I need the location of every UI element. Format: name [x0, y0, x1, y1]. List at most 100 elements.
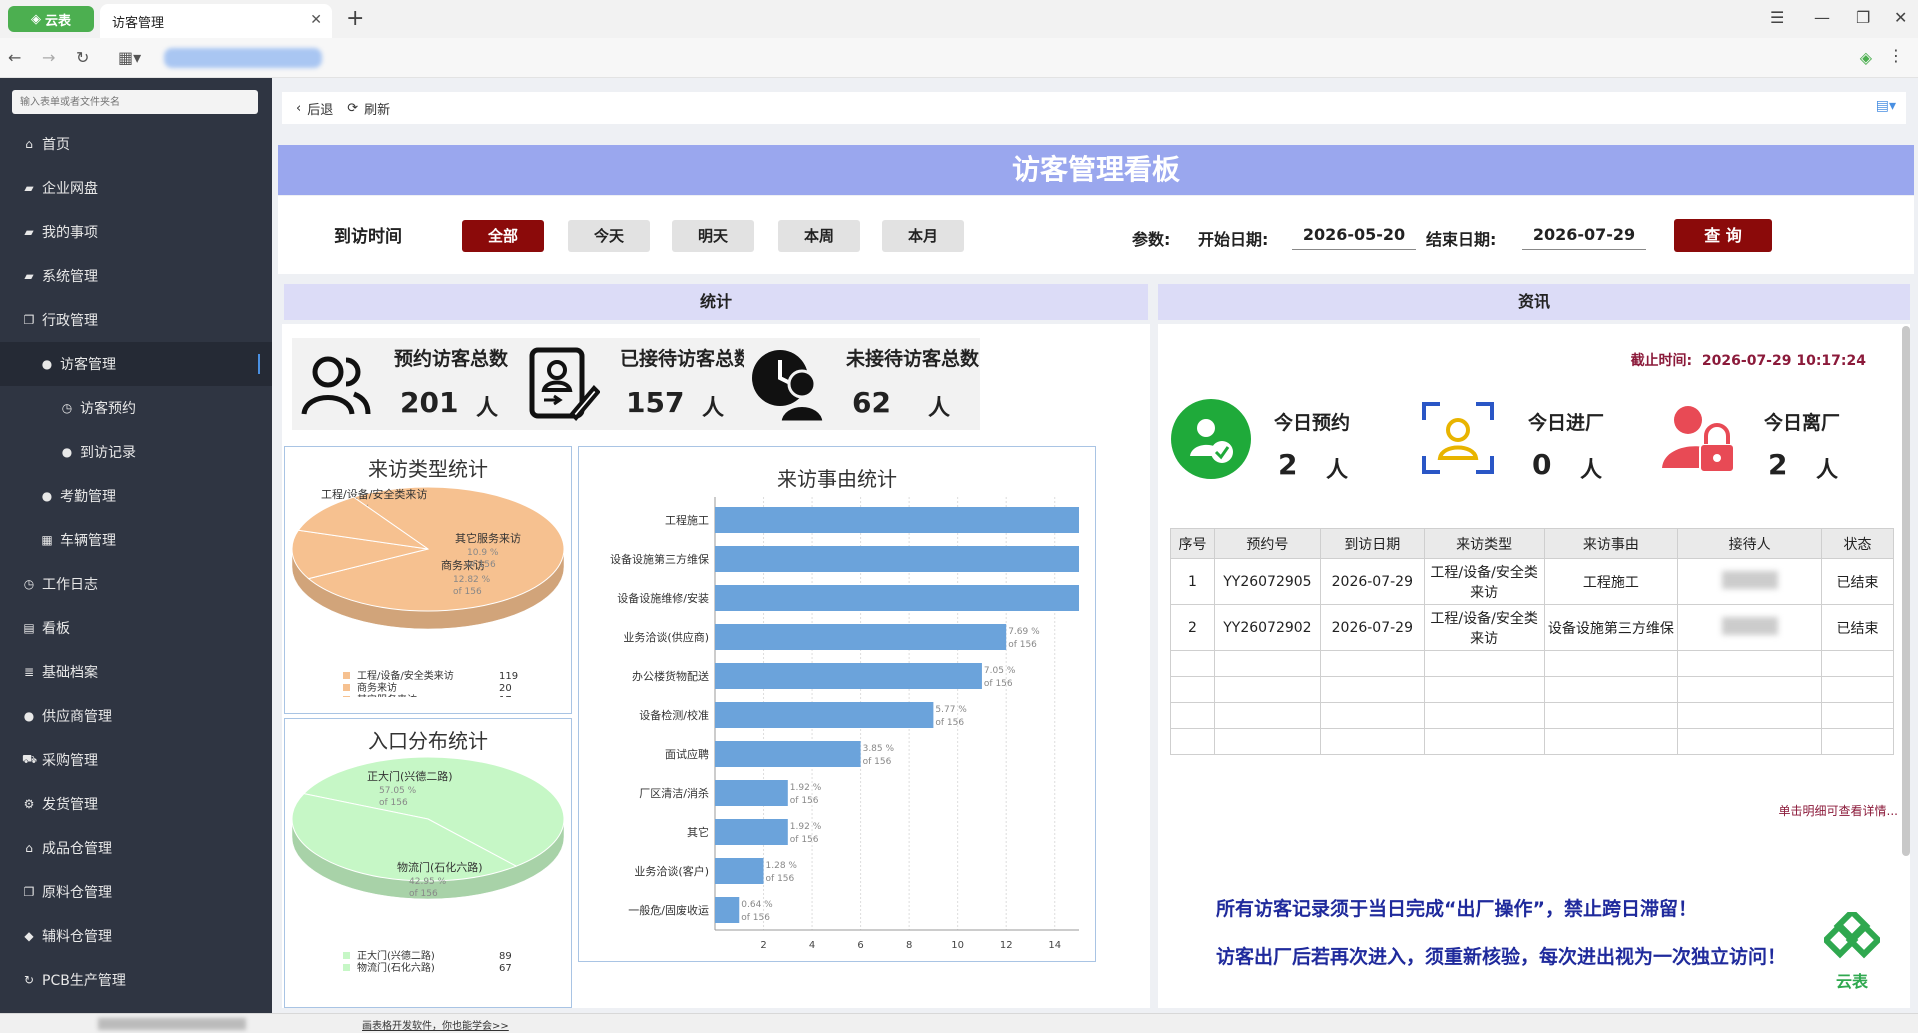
pie-slice-percent: 42.95 %	[409, 877, 447, 887]
new-tab-icon[interactable]: +	[346, 6, 364, 31]
period-tomorrow-button[interactable]: 明天	[672, 220, 754, 252]
kpi-title: 未接待访客总数	[846, 348, 980, 370]
close-icon[interactable]: ✕	[310, 12, 322, 28]
bar-total-label: of 156	[1008, 640, 1037, 650]
today-value: 2	[1768, 448, 1788, 481]
column-header[interactable]: 接待人	[1677, 528, 1823, 559]
user-icon: ●	[41, 357, 53, 371]
sidebar-item-pcb[interactable]: ↻ PCB生产管理	[0, 958, 272, 1002]
end-date-field[interactable]: 2026-07-29	[1522, 224, 1646, 250]
sidebar-item-system[interactable]: ▰ 系统管理	[0, 254, 272, 298]
sidebar-item-admin[interactable]: ❐ 行政管理	[0, 298, 272, 342]
sidebar-search-input[interactable]	[12, 90, 258, 114]
y-tick-label: 工程施工	[665, 514, 709, 527]
sidebar-item-shipping[interactable]: ⚙ 发货管理	[0, 782, 272, 826]
forward-arrow-icon[interactable]: →	[42, 48, 55, 67]
logo-icon: ◈	[30, 11, 41, 27]
sidebar-item-my-tasks[interactable]: ▰ 我的事项	[0, 210, 272, 254]
sidebar-item-basic-records[interactable]: ≣ 基础档案	[0, 650, 272, 694]
sidebar-item-label: 采购管理	[42, 753, 98, 769]
table-cell: 2026-07-29	[1319, 604, 1425, 651]
column-header[interactable]: 序号	[1170, 528, 1215, 559]
table-row[interactable]: 1 YY26072905 2026-07-29 工程/设备/安全类来访 工程施工…	[1170, 558, 1894, 605]
sidebar-item-attendance[interactable]: ● 考勤管理	[0, 474, 272, 518]
kpi-booked: 预约访客总数 201 人	[292, 338, 528, 430]
refresh-button[interactable]: ⟳ 刷新	[347, 99, 390, 118]
x-tick-label: 10	[951, 940, 964, 951]
sidebar-item-board[interactable]: ▤ 看板	[0, 606, 272, 650]
cube-icon: ◆	[24, 929, 34, 943]
user-lock-icon	[1662, 406, 1735, 473]
sidebar-item-visitor-management[interactable]: ● 访客管理	[0, 342, 272, 386]
restore-icon[interactable]: ❐	[1856, 8, 1870, 27]
pie-slice-percent: 57.05 %	[379, 786, 417, 796]
y-tick-label: 设备检测/校准	[639, 708, 709, 722]
sidebar-item-label: 基础档案	[42, 665, 98, 681]
period-week-button[interactable]: 本周	[778, 220, 860, 252]
sidebar-item-visit-records[interactable]: ● 到访记录	[0, 430, 272, 474]
today-value: 2	[1278, 448, 1298, 481]
back-button[interactable]: ‹ 后退	[296, 99, 333, 118]
entrance-chart: 入口分布统计 正大门(兴德二路) 57.05 % of 156 正大门(兴德二路) 89…	[284, 718, 572, 1008]
legend-value: 20	[499, 683, 512, 694]
y-tick-label: 其它	[687, 825, 709, 839]
period-all-button[interactable]: 全部	[462, 220, 544, 252]
bar-total-label: of 156	[863, 757, 892, 767]
bar-percent-label: 3.85 %	[863, 744, 895, 754]
bar	[715, 663, 982, 689]
main-content: ‹ 后退 ⟳ 刷新 ▤▾ 访客管理看板 到访时间 全部 今天 明天 本周 本月 参数…	[272, 78, 1918, 1013]
view-mode-icon[interactable]: ▤▾	[1876, 98, 1896, 114]
sidebar-item-raw-materials[interactable]: ❐ 原料仓管理	[0, 870, 272, 914]
pie-slice-total: of 156	[379, 798, 408, 808]
url-field[interactable]	[164, 48, 322, 68]
sidebar-item-purchasing[interactable]: ⛟ 采购管理	[0, 738, 272, 782]
extension-icon[interactable]: ◈	[1860, 48, 1872, 67]
column-header[interactable]: 来访事由	[1543, 528, 1679, 559]
sidebar-item-label: 企业网盘	[42, 181, 98, 197]
period-today-button[interactable]: 今天	[568, 220, 650, 252]
column-header[interactable]: 来访类型	[1423, 528, 1545, 559]
y-tick-label: 面试应聘	[665, 747, 709, 761]
sidebar-item-label: 访客管理	[60, 357, 116, 373]
legend-value: 89	[499, 951, 512, 962]
period-month-button[interactable]: 本月	[882, 220, 964, 252]
query-button[interactable]: 查 询	[1674, 219, 1772, 252]
deadline-value: 2026-07-29 10:17:24	[1701, 353, 1866, 369]
table-row[interactable]: 2 YY26072902 2026-07-29 工程/设备/安全类来访 设备设施…	[1170, 604, 1894, 651]
minimize-icon[interactable]: —	[1814, 8, 1830, 27]
column-header[interactable]: 到访日期	[1319, 528, 1425, 559]
column-header[interactable]: 状态	[1821, 528, 1894, 559]
info-panel: 截止时间: 2026-07-29 10:17:24 今日预约 2 人 今日进厂 …	[1158, 324, 1910, 1008]
apps-grid-icon[interactable]: ▦▾	[118, 48, 141, 67]
hamburger-icon[interactable]: ☰	[1770, 8, 1784, 27]
scrollbar[interactable]	[1902, 326, 1910, 856]
sidebar-item-work-log[interactable]: ◷ 工作日志	[0, 562, 272, 606]
sidebar-item-vehicles[interactable]: ▦ 车辆管理	[0, 518, 272, 562]
view-details-link[interactable]: 单击明细可查看详情...	[1779, 802, 1898, 819]
sidebar-item-home[interactable]: ⌂ 首页	[0, 122, 272, 166]
app-badge[interactable]: ◈ 云表	[8, 6, 94, 32]
window-close-icon[interactable]: ✕	[1894, 8, 1907, 27]
deadline-label: 截止时间:	[1630, 353, 1693, 369]
column-header[interactable]: 预约号	[1213, 528, 1321, 559]
sidebar-item-cloud-drive[interactable]: ▰ 企业网盘	[0, 166, 272, 210]
kebab-menu-icon[interactable]: ⋮	[1888, 46, 1904, 65]
kpi-value: 157	[626, 386, 685, 419]
reload-icon[interactable]: ↻	[76, 48, 89, 67]
table-cell: 2026-07-29	[1319, 558, 1425, 605]
sidebar-item-finished-goods[interactable]: ⌂ 成品仓管理	[0, 826, 272, 870]
browser-tab[interactable]: 访客管理 ✕	[100, 4, 332, 38]
gear-icon: ⚙	[23, 797, 35, 811]
refresh-label: 刷新	[364, 102, 391, 118]
table-cell	[1677, 558, 1823, 605]
table-row-empty	[1170, 650, 1894, 677]
app-badge-label: 云表	[44, 13, 71, 29]
sidebar-item-label: 看板	[42, 621, 70, 637]
promo-link[interactable]: 画表格开发软件，你也能学会>>	[362, 1017, 509, 1032]
back-arrow-icon[interactable]: ←	[8, 48, 21, 67]
start-date-field[interactable]: 2026-05-20	[1292, 224, 1416, 250]
sidebar-item-suppliers[interactable]: ● 供应商管理	[0, 694, 272, 738]
sidebar-item-auxiliary[interactable]: ◆ 辅料仓管理	[0, 914, 272, 958]
today-title: 今日预约	[1274, 412, 1351, 434]
sidebar-item-visitor-booking[interactable]: ◷ 访客预约	[0, 386, 272, 430]
